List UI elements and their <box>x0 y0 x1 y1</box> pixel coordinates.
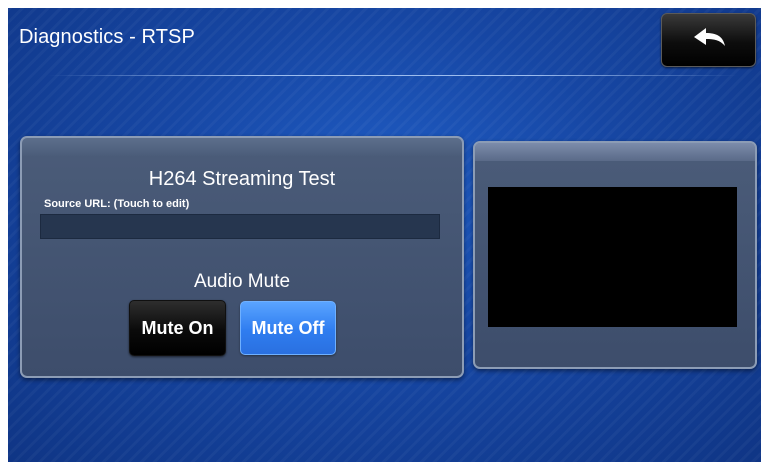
back-button[interactable] <box>661 13 756 67</box>
video-preview-panel <box>473 141 757 369</box>
panel-header-bar <box>475 143 755 161</box>
audio-mute-label: Audio Mute <box>193 271 291 292</box>
source-url-field[interactable] <box>40 214 440 239</box>
mute-on-button[interactable]: Mute On <box>129 300 226 356</box>
diagnostics-screen: Diagnostics - RTSP H264 Streaming Test S… <box>8 8 761 462</box>
header-divider <box>48 75 738 76</box>
page-title: Diagnostics - RTSP <box>19 26 195 48</box>
back-arrow-icon <box>692 27 726 54</box>
mute-off-button[interactable]: Mute Off <box>240 301 336 355</box>
source-url-label: Source URL: (Touch to edit) <box>44 198 190 210</box>
panel-title: H264 Streaming Test <box>148 168 336 190</box>
streaming-test-panel: H264 Streaming Test Source URL: (Touch t… <box>20 136 464 378</box>
video-preview <box>488 187 737 327</box>
